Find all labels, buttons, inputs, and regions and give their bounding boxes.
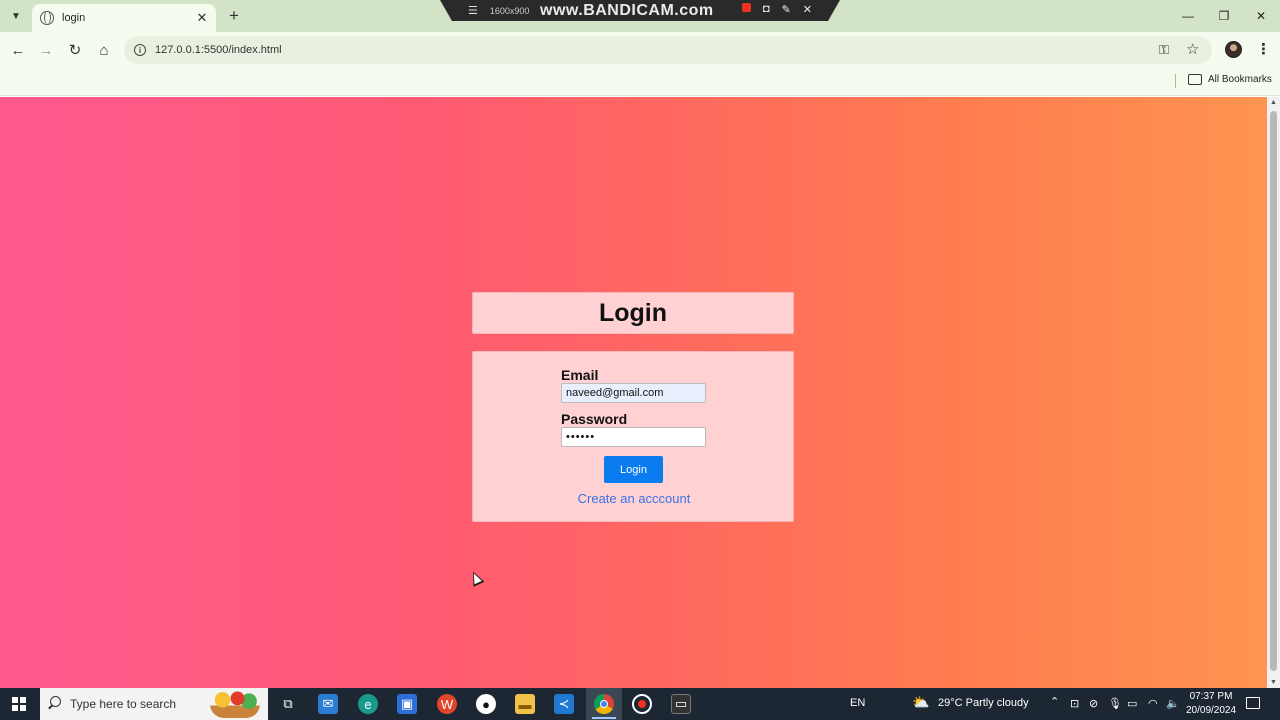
camera-icon[interactable]: ◘ — [763, 3, 770, 16]
password-label: Password — [561, 411, 628, 427]
address-bar[interactable]: i 127.0.0.1:5500/index.html ⚿ ☆ — [124, 36, 1212, 64]
clock-date: 20/09/2024 — [1186, 705, 1237, 716]
file-explorer-icon[interactable]: ▬ — [515, 694, 535, 714]
browser-tab[interactable]: login ✕ — [32, 4, 216, 32]
mute-icon[interactable]: ⊘ — [1089, 697, 1098, 710]
system-clock[interactable]: 07:37 PM 20/09/2024 — [1186, 690, 1236, 718]
microphone-icon[interactable]: 🎙 — [1108, 697, 1122, 710]
login-form: Email Password Login Create an acccount — [472, 351, 794, 522]
scroll-thumb[interactable] — [1270, 111, 1277, 671]
search-icon — [50, 696, 61, 707]
email-field[interactable] — [561, 383, 706, 403]
bookmark-star-icon[interactable]: ☆ — [1186, 40, 1199, 58]
password-field[interactable] — [561, 427, 706, 447]
profile-avatar-icon[interactable] — [1225, 41, 1242, 58]
show-hidden-icons-chevron-icon[interactable]: ⌃ — [1050, 695, 1059, 708]
language-indicator[interactable]: EN — [850, 697, 865, 709]
chrome-icon[interactable] — [594, 694, 614, 714]
close-window-icon[interactable]: ✕ — [1243, 0, 1279, 32]
edge-browser-icon[interactable]: e — [358, 694, 378, 714]
bookmarks-separator — [1175, 74, 1176, 88]
wps-office-icon[interactable]: W — [437, 694, 457, 714]
bookmarks-bar: All Bookmarks — [0, 68, 1280, 96]
chrome-running-indicator — [592, 717, 616, 719]
scroll-down-icon[interactable]: ▼ — [1270, 679, 1277, 686]
close-tab-icon[interactable]: ✕ — [194, 10, 210, 26]
scroll-up-icon[interactable]: ▲ — [1270, 99, 1277, 106]
tab-strip: ▼ login ✕ + ☰ 1600x900 www.BANDICAM.com … — [0, 0, 1280, 32]
create-account-link[interactable]: Create an acccount — [473, 491, 795, 506]
terminal-icon[interactable]: ▭ — [671, 694, 691, 714]
clock-time: 07:37 PM — [1189, 691, 1233, 702]
search-placeholder[interactable]: Type here to search — [70, 697, 176, 711]
email-label: Email — [561, 367, 599, 383]
vegetable-basket-icon — [210, 690, 260, 718]
page-scrollbar[interactable]: ▲ ▼ — [1267, 97, 1280, 688]
browser-menu-icon[interactable]: ⋮ — [1256, 40, 1271, 58]
tab-title: login — [62, 12, 86, 24]
vscode-icon[interactable]: ≺ — [554, 694, 574, 714]
weather-text[interactable]: 29°C Partly cloudy — [938, 697, 1029, 709]
browser-toolbar: ← → ↻ ⌂ i 127.0.0.1:5500/index.html ⚿ ☆ — [0, 32, 1280, 68]
tray-app-icon[interactable]: ⊡ — [1070, 697, 1079, 710]
password-key-icon[interactable]: ⚿ — [1159, 42, 1169, 58]
page-viewport: Login Email Password Login Create an acc… — [0, 97, 1267, 688]
back-arrow-icon[interactable]: ← — [8, 40, 28, 60]
reload-icon[interactable]: ↻ — [65, 40, 85, 60]
login-button[interactable]: Login — [604, 456, 663, 483]
site-info-icon[interactable]: i — [134, 44, 146, 56]
bandicam-record-icon[interactable] — [632, 694, 652, 714]
github-icon[interactable]: ● — [476, 694, 496, 714]
close-recorder-icon[interactable]: ✕ — [803, 3, 812, 16]
recorder-resolution: 1600x900 — [489, 5, 530, 16]
pencil-icon[interactable]: ✎ — [782, 3, 791, 16]
notification-icon[interactable] — [1246, 697, 1260, 709]
mouse-cursor-icon — [467, 569, 485, 587]
globe-icon — [40, 11, 54, 25]
network-icon[interactable]: ◠ — [1148, 697, 1158, 710]
menu-icon[interactable]: ☰ — [468, 4, 478, 17]
home-icon[interactable]: ⌂ — [94, 40, 114, 60]
bandicam-recorder-bar: ☰ 1600x900 www.BANDICAM.com ◘ ✎ ✕ — [440, 0, 840, 21]
url-text[interactable]: 127.0.0.1:5500/index.html — [155, 44, 282, 56]
task-view-icon[interactable]: ⧉ — [278, 694, 298, 714]
new-tab-plus-icon[interactable]: + — [224, 6, 244, 26]
all-bookmarks-link[interactable]: All Bookmarks — [1208, 74, 1272, 85]
mail-icon[interactable]: ✉ — [318, 694, 338, 714]
battery-icon[interactable]: ▭ — [1127, 697, 1137, 710]
login-title-panel: Login — [472, 292, 794, 334]
restore-icon[interactable]: ❐ — [1206, 0, 1242, 32]
microsoft-store-icon[interactable]: ▣ — [397, 694, 417, 714]
minimize-icon[interactable]: — — [1170, 0, 1206, 32]
volume-icon[interactable]: 🔈 — [1166, 697, 1180, 710]
folder-icon[interactable] — [1188, 74, 1202, 85]
windows-start-icon[interactable] — [12, 697, 26, 711]
tab-search-chevron-icon[interactable]: ▼ — [6, 6, 26, 26]
bandicam-watermark: www.BANDICAM.com — [540, 2, 714, 19]
partly-cloudy-icon[interactable]: ⛅ — [912, 694, 929, 711]
page-title: Login — [598, 298, 668, 327]
forward-arrow-icon[interactable]: → — [36, 40, 56, 60]
record-icon[interactable] — [741, 3, 751, 16]
